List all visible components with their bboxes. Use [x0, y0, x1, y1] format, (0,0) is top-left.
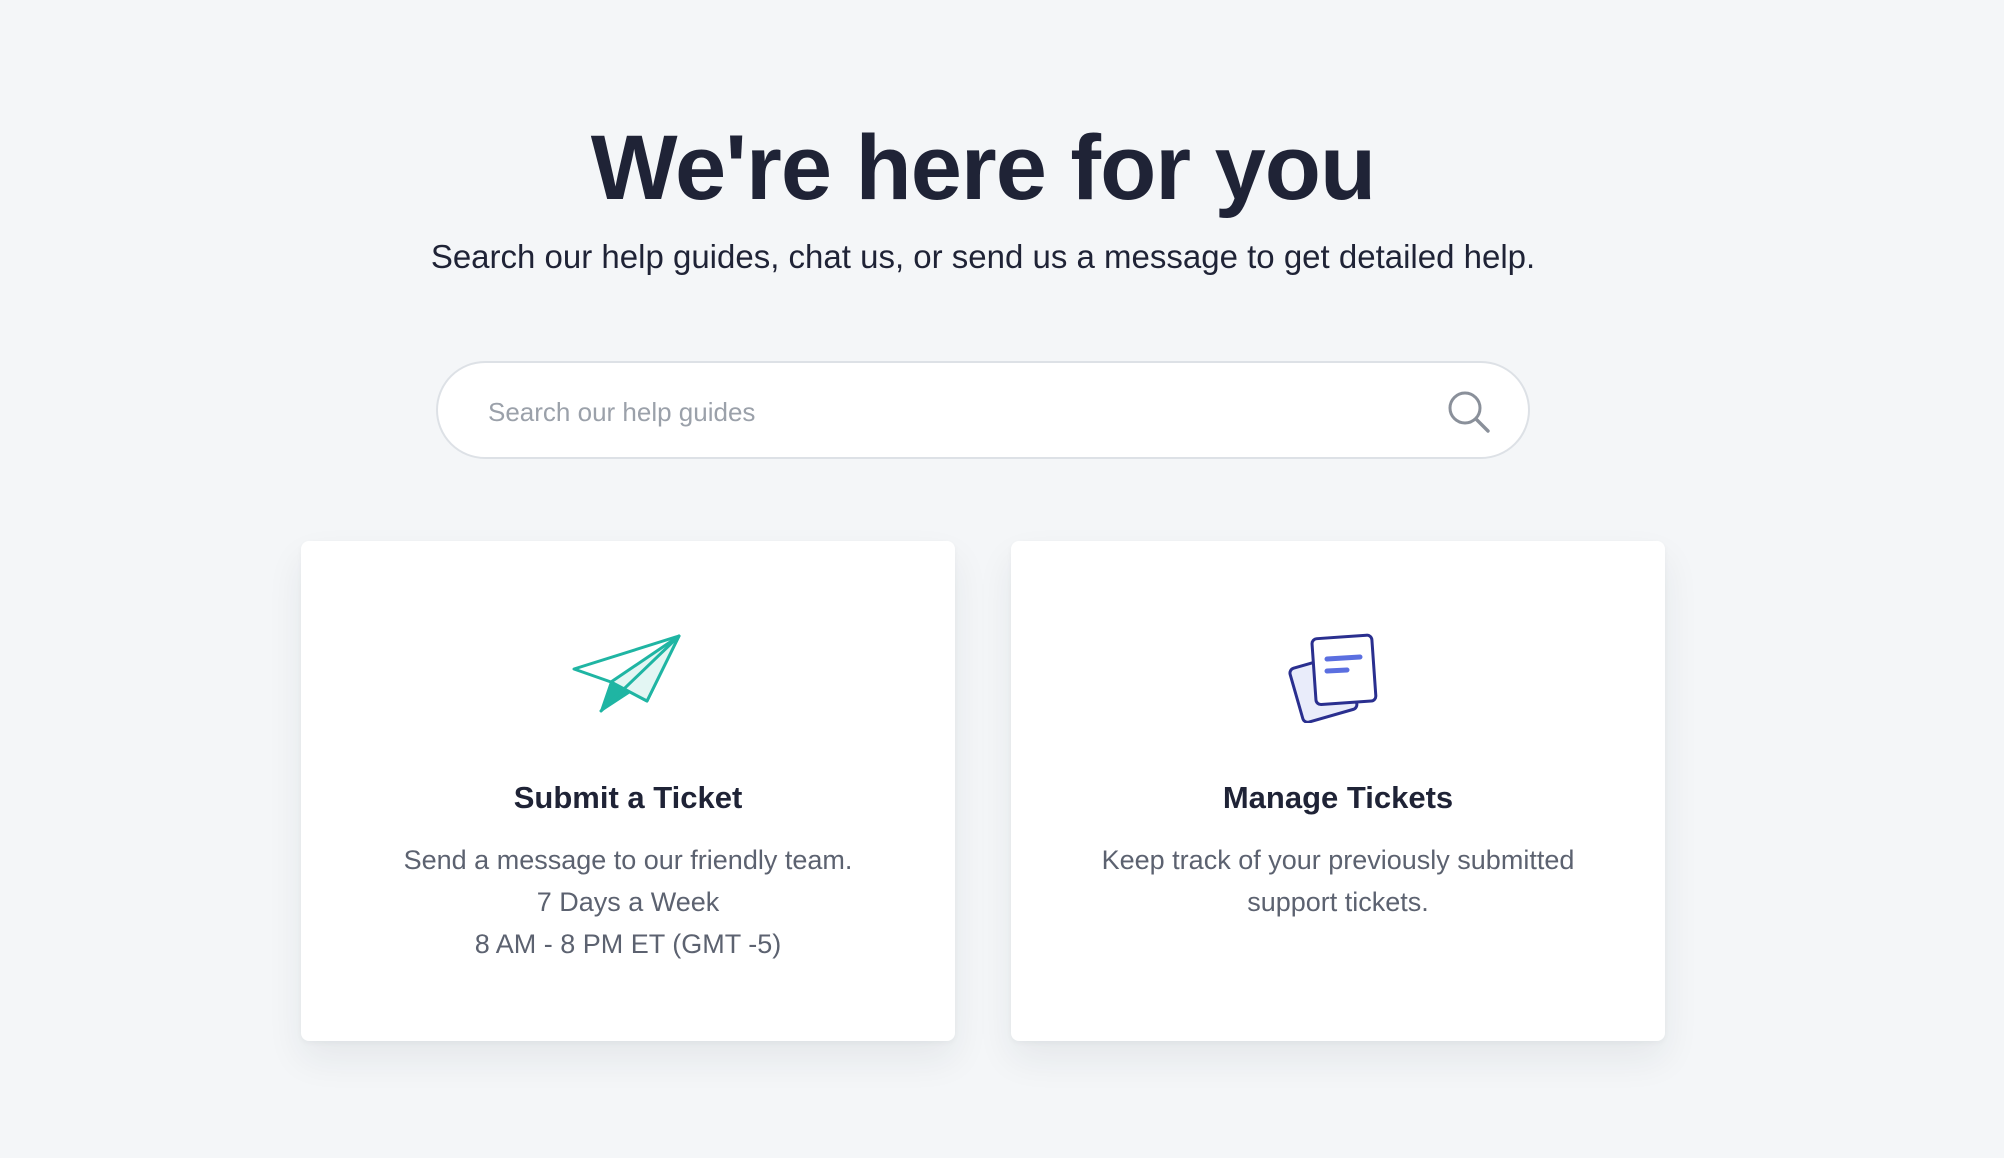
- card-title: Manage Tickets: [1222, 780, 1454, 815]
- card-description-line: support tickets.: [1247, 887, 1429, 917]
- help-center-page: We're here for you Search our help guide…: [0, 0, 2004, 1158]
- search-bar: [436, 361, 1530, 459]
- card-description: Keep track of your previously submitted …: [1051, 839, 1625, 923]
- card-description-line: 8 AM - 8 PM ET (GMT -5): [474, 929, 782, 959]
- manage-tickets-card[interactable]: Manage Tickets Keep track of your previo…: [1011, 541, 1665, 1041]
- card-description: Send a message to our friendly team. 7 D…: [341, 839, 915, 965]
- page-title: We're here for you: [590, 117, 1376, 219]
- search-input[interactable]: [486, 385, 1430, 439]
- card-description-line: 7 Days a Week: [536, 887, 720, 917]
- paper-plane-icon: [572, 634, 681, 713]
- documents-icon: [1288, 633, 1378, 723]
- card-title: Submit a Ticket: [513, 780, 743, 815]
- search-icon[interactable]: [1446, 389, 1492, 435]
- card-description-line: Send a message to our friendly team.: [403, 845, 853, 875]
- card-description-line: Keep track of your previously submitted: [1101, 845, 1575, 875]
- submit-ticket-card[interactable]: Submit a Ticket Send a message to our fr…: [301, 541, 955, 1041]
- page-subtitle: Search our help guides, chat us, or send…: [430, 238, 1536, 275]
